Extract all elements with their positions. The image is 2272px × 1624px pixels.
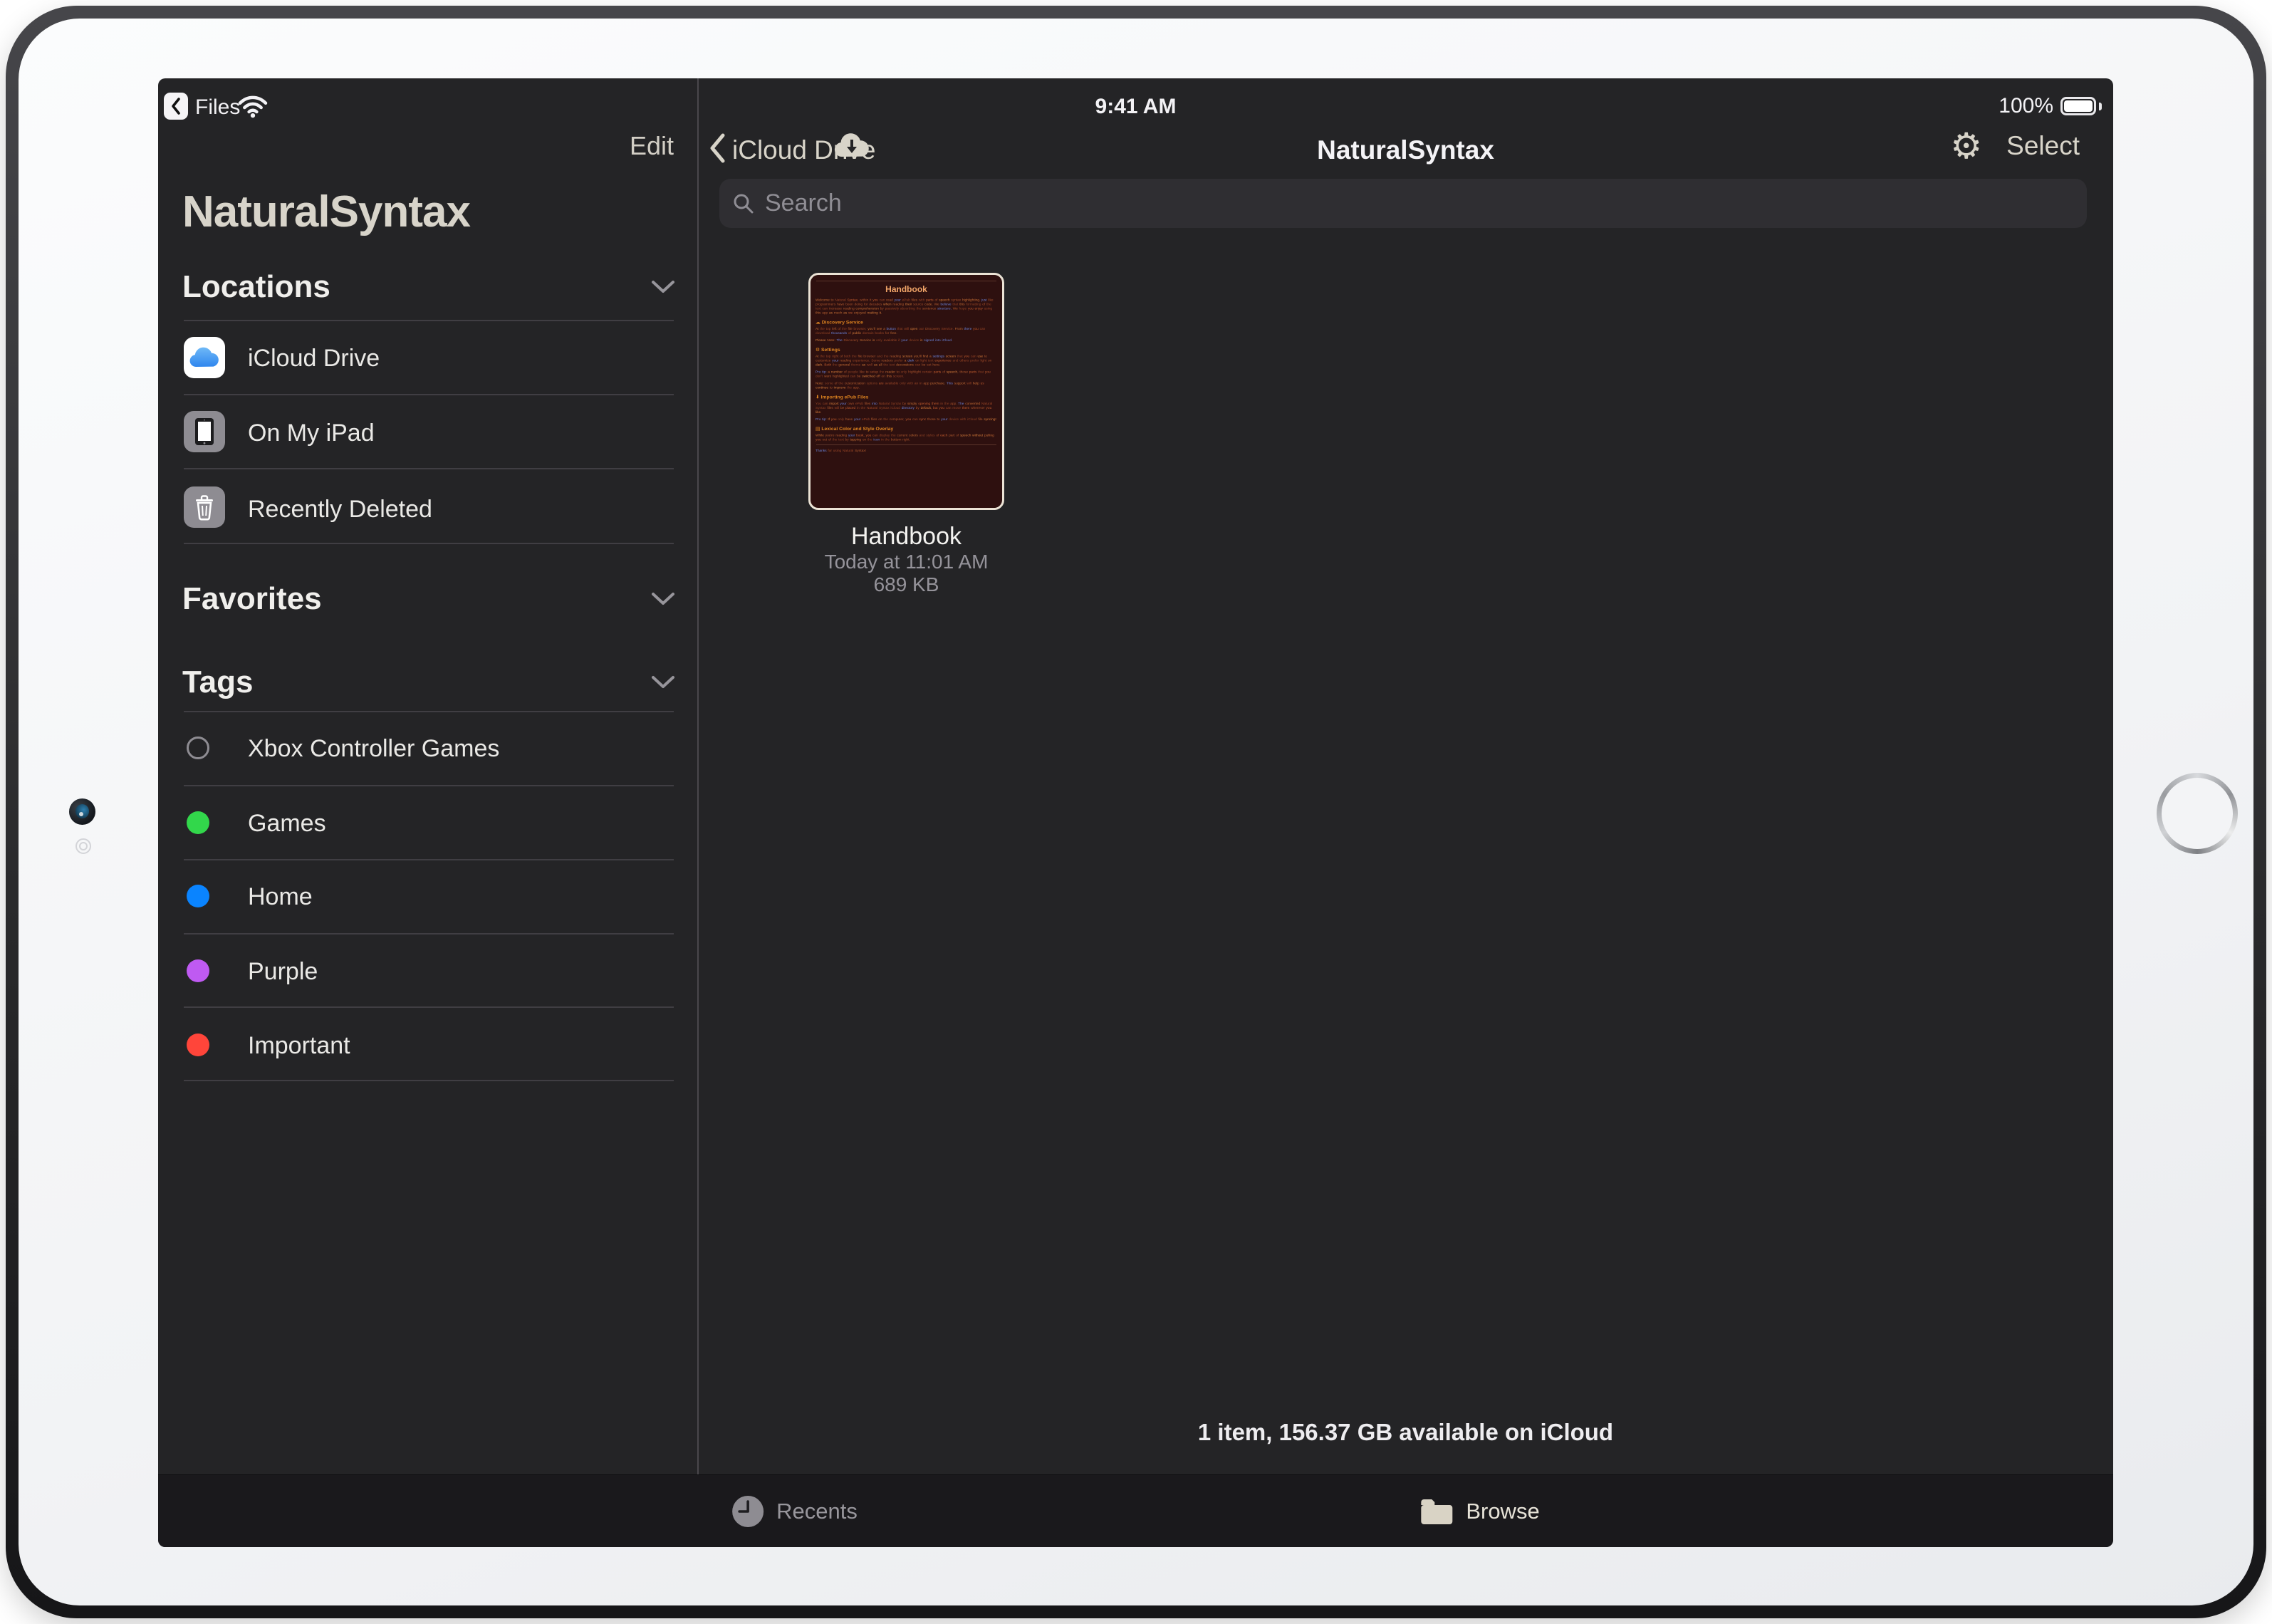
chevron-down-icon xyxy=(651,675,675,689)
tab-bar: Recents Browse xyxy=(158,1474,2113,1547)
divider xyxy=(184,543,674,544)
divider xyxy=(184,785,674,786)
icloud-drive-icon xyxy=(184,337,225,378)
clock-icon xyxy=(731,1494,765,1529)
storage-status: 1 item, 156.37 GB available on iCloud xyxy=(698,1419,2113,1446)
sidebar-item-tag-games[interactable]: Games xyxy=(248,810,326,838)
battery-indicator: 100% xyxy=(1999,94,2102,118)
file-size: 689 KB xyxy=(744,573,1068,596)
sidebar-item-tag-home[interactable]: Home xyxy=(248,883,313,911)
camera-lens xyxy=(75,804,89,818)
section-header-tags[interactable]: Tags xyxy=(182,665,675,700)
sidebar-main-divider xyxy=(697,78,699,1474)
tag-circle-icon xyxy=(187,959,209,982)
sidebar-app-title: NaturalSyntax xyxy=(182,187,470,237)
camera-glint xyxy=(79,812,83,816)
select-button[interactable]: Select xyxy=(2006,131,2080,161)
battery-icon xyxy=(2060,97,2096,115)
tag-circle-icon xyxy=(187,811,209,834)
sidebar-item-tag-important[interactable]: Important xyxy=(248,1032,350,1060)
tab-browse[interactable]: Browse xyxy=(1419,1475,1539,1547)
chevron-down-icon xyxy=(651,280,675,294)
screen: Files 9:41 AM 100% Edit NaturalSyntax Lo… xyxy=(158,78,2113,1547)
favorites-label: Favorites xyxy=(182,581,322,617)
sidebar-item-recently-deleted[interactable]: Recently Deleted xyxy=(248,496,432,524)
divider xyxy=(184,320,674,321)
folder-icon xyxy=(1419,1497,1454,1526)
divider xyxy=(184,468,674,469)
ambient-light-sensor xyxy=(75,838,91,854)
divider xyxy=(184,933,674,935)
trash-icon xyxy=(184,486,225,528)
divider xyxy=(184,394,674,395)
section-header-locations[interactable]: Locations xyxy=(182,269,675,305)
tag-circle-icon xyxy=(187,885,209,907)
section-header-favorites[interactable]: Favorites xyxy=(182,581,675,617)
gear-icon[interactable]: ⚙ xyxy=(1950,128,1982,164)
document-preview: HandbookWelcome to Natural Syntax, withi… xyxy=(811,275,1002,459)
home-button[interactable] xyxy=(2157,773,2238,854)
chevron-down-icon xyxy=(651,592,675,606)
search-input[interactable]: Search xyxy=(719,179,2087,228)
sidebar-item-tag-purple[interactable]: Purple xyxy=(248,958,318,986)
divider xyxy=(184,1006,674,1008)
file-thumbnail-handbook[interactable]: HandbookWelcome to Natural Syntax, withi… xyxy=(808,273,1004,510)
locations-label: Locations xyxy=(182,269,330,305)
file-name[interactable]: Handbook xyxy=(808,523,1004,551)
status-time: 9:41 AM xyxy=(158,95,2113,119)
sidebar-item-on-my-ipad[interactable]: On My iPad xyxy=(248,420,375,447)
divider xyxy=(184,711,674,712)
edit-button[interactable]: Edit xyxy=(158,131,674,161)
front-camera xyxy=(69,798,95,825)
sidebar-item-tag-xbox-controller-games[interactable]: Xbox Controller Games xyxy=(248,735,499,763)
tag-circle-icon xyxy=(187,736,209,759)
divider xyxy=(184,859,674,860)
file-modified-date: Today at 11:01 AM xyxy=(744,551,1068,573)
page-title: NaturalSyntax xyxy=(698,135,2113,165)
divider xyxy=(184,1080,674,1081)
sidebar-item-icloud-drive[interactable]: iCloud Drive xyxy=(248,345,380,373)
tab-recents-label: Recents xyxy=(776,1499,858,1524)
battery-percentage: 100% xyxy=(1999,94,2053,118)
ipad-icon xyxy=(184,411,225,452)
tab-browse-label: Browse xyxy=(1466,1499,1539,1524)
tab-recents[interactable]: Recents xyxy=(731,1475,858,1547)
tag-circle-icon xyxy=(187,1034,209,1056)
search-icon xyxy=(732,192,755,215)
search-placeholder: Search xyxy=(765,189,842,217)
tags-label: Tags xyxy=(182,665,253,700)
